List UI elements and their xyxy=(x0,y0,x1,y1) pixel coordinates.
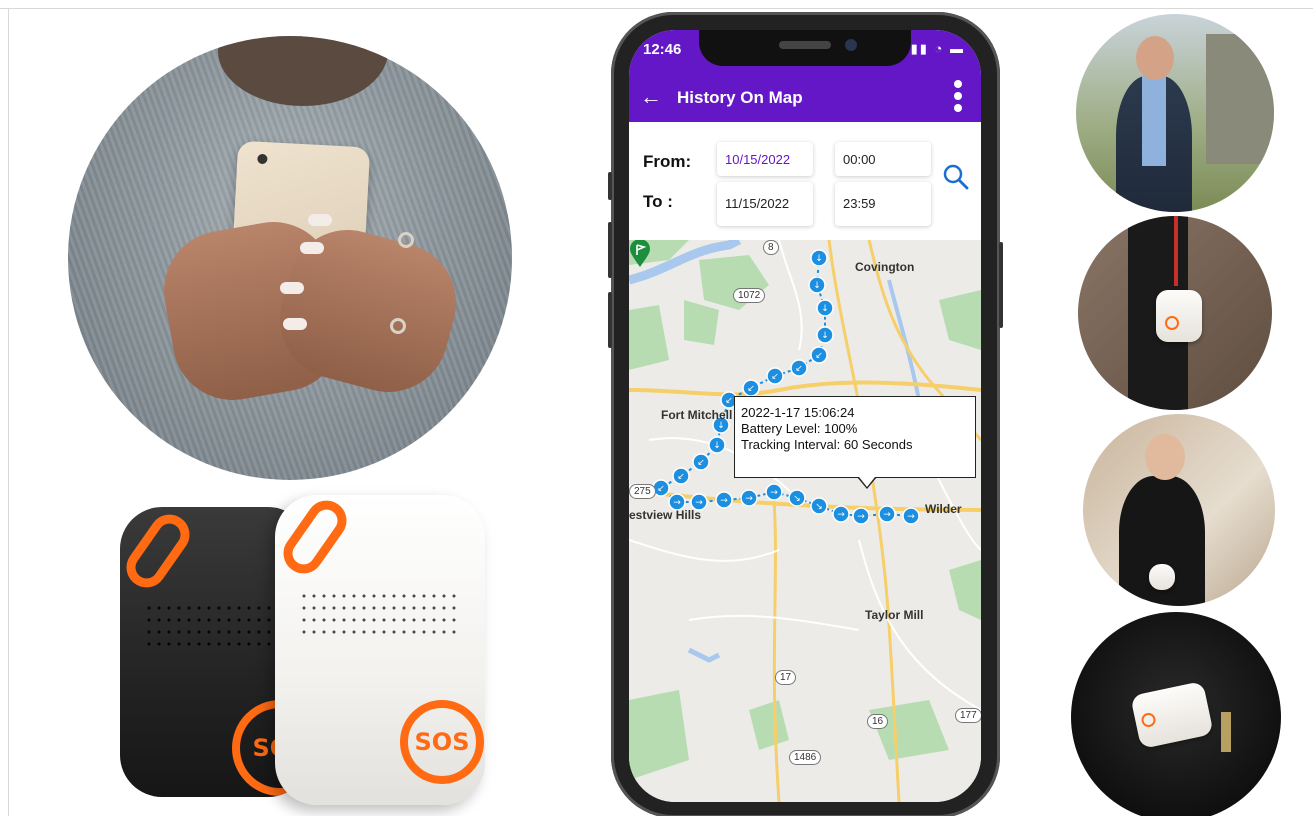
svg-text:↓: ↓ xyxy=(821,304,829,314)
to-time-field[interactable]: 23:59 xyxy=(835,182,931,226)
svg-text:↙: ↙ xyxy=(795,364,803,374)
sos-button-white: SOS xyxy=(400,700,484,784)
search-icon[interactable] xyxy=(941,162,971,192)
svg-text:→: → xyxy=(907,512,915,522)
route-marker: 17 xyxy=(775,670,797,685)
worn-tracker xyxy=(1156,290,1202,342)
lanyard xyxy=(1174,216,1178,286)
svg-text:→: → xyxy=(883,510,891,520)
route-marker: 1072 xyxy=(733,288,766,303)
mute-switch xyxy=(608,172,612,200)
svg-text:↙: ↙ xyxy=(725,396,733,406)
power-button xyxy=(999,242,1003,328)
from-time-field[interactable]: 00:00 xyxy=(835,142,931,176)
clipped-tracker xyxy=(1149,564,1175,590)
route-marker: 275 xyxy=(629,484,656,499)
svg-text:→: → xyxy=(770,488,778,498)
tooltip-timestamp: 2022-1-17 15:06:24 xyxy=(741,405,855,420)
finger-ring xyxy=(398,232,414,248)
front-camera xyxy=(845,39,857,51)
tooltip-interval: Tracking Interval: 60 Seconds xyxy=(741,437,913,452)
sos-label: SOS xyxy=(414,728,470,756)
zipper xyxy=(1221,712,1231,752)
svg-text:↘: ↘ xyxy=(793,494,801,504)
history-map[interactable]: ↓ ↓ ↓ ↓ ↙ ↙ ↙ ↙ ↙ ↓ ↓ ↙ ↙ ↙ → → → → → ↘ ↘ → → → → Covingto… xyxy=(629,240,981,802)
volume-down-button xyxy=(608,292,612,348)
girl-head xyxy=(1145,434,1185,480)
page-title: History On Map xyxy=(677,88,803,107)
photo-hands-holding-phone xyxy=(68,36,512,480)
place-label: Wilder xyxy=(925,502,962,516)
back-arrow-icon[interactable]: ← xyxy=(637,82,665,112)
building xyxy=(1206,34,1274,164)
lanyard-hole xyxy=(120,507,198,596)
app-bar: ← History On Map xyxy=(629,74,981,122)
status-icons: ▮▮ ◔ ▬ xyxy=(910,41,965,56)
svg-text:→: → xyxy=(857,512,865,522)
top-border xyxy=(0,8,1313,9)
earpiece xyxy=(779,41,831,49)
map-pin-icon[interactable] xyxy=(629,240,651,268)
svg-text:→: → xyxy=(720,496,728,506)
svg-text:↓: ↓ xyxy=(717,421,725,431)
svg-text:→: → xyxy=(837,510,845,520)
status-time: 12:46 xyxy=(643,41,682,58)
photo-tracker-in-pocket xyxy=(1071,612,1281,816)
svg-text:↙: ↙ xyxy=(677,472,685,482)
svg-text:↓: ↓ xyxy=(821,331,829,341)
man-head xyxy=(1136,36,1174,80)
lanyard-hole xyxy=(275,495,355,582)
svg-text:↙: ↙ xyxy=(747,384,755,394)
svg-text:→: → xyxy=(673,498,681,508)
place-label: Fort Mitchell xyxy=(661,408,733,422)
photo-tracker-in-coat xyxy=(1078,216,1272,410)
location-tooltip: 2022-1-17 15:06:24 Battery Level: 100% T… xyxy=(734,396,976,489)
finger-ring xyxy=(390,318,406,334)
from-label: From: xyxy=(643,152,692,171)
left-border xyxy=(8,8,9,816)
from-date-field[interactable]: 10/15/2022 xyxy=(717,142,813,176)
speaker-grille xyxy=(299,590,461,640)
svg-text:→: → xyxy=(695,498,703,508)
photo-man-outdoors xyxy=(1076,14,1274,212)
phone-screen: 12:46 ▮▮ ◔ ▬ ← History On Map From: To :… xyxy=(629,30,981,802)
svg-text:→: → xyxy=(745,494,753,504)
notch xyxy=(699,30,911,66)
svg-text:↙: ↙ xyxy=(815,351,823,361)
route-marker: 1486 xyxy=(789,750,822,765)
man-shirt xyxy=(1142,76,1166,166)
more-options-icon[interactable] xyxy=(951,76,965,120)
speaker-grille xyxy=(144,602,286,652)
to-date-field[interactable]: 11/15/2022 xyxy=(717,182,813,226)
svg-text:↙: ↙ xyxy=(697,458,705,468)
svg-text:↙: ↙ xyxy=(771,372,779,382)
route-marker: 8 xyxy=(763,240,779,255)
svg-text:↓: ↓ xyxy=(813,281,821,291)
route-marker: 16 xyxy=(867,714,889,729)
to-label: To : xyxy=(643,192,673,211)
tooltip-battery: Battery Level: 100% xyxy=(741,421,858,436)
place-label: estview Hills xyxy=(629,508,702,522)
svg-text:↓: ↓ xyxy=(815,254,823,264)
pocket-tracker xyxy=(1130,680,1214,750)
fingernail xyxy=(308,214,332,226)
photo-girl-with-tracker xyxy=(1083,414,1275,606)
volume-up-button xyxy=(608,222,612,278)
svg-text:↓: ↓ xyxy=(713,441,721,451)
fingernail xyxy=(283,318,307,330)
smartphone: 12:46 ▮▮ ◔ ▬ ← History On Map From: To :… xyxy=(608,12,1003,816)
fingernail xyxy=(280,282,304,294)
tracker-device-white: SOS xyxy=(275,495,485,805)
place-label: Taylor Mill xyxy=(865,608,924,622)
svg-text:↙: ↙ xyxy=(657,484,665,494)
route-marker: 177 xyxy=(955,708,981,723)
place-label: Covington xyxy=(855,260,915,274)
phone-camera xyxy=(257,153,268,165)
fingernail xyxy=(300,242,324,254)
svg-text:↘: ↘ xyxy=(815,502,823,512)
date-filter-panel: From: To : 10/15/2022 00:00 11/15/2022 2… xyxy=(629,122,981,240)
